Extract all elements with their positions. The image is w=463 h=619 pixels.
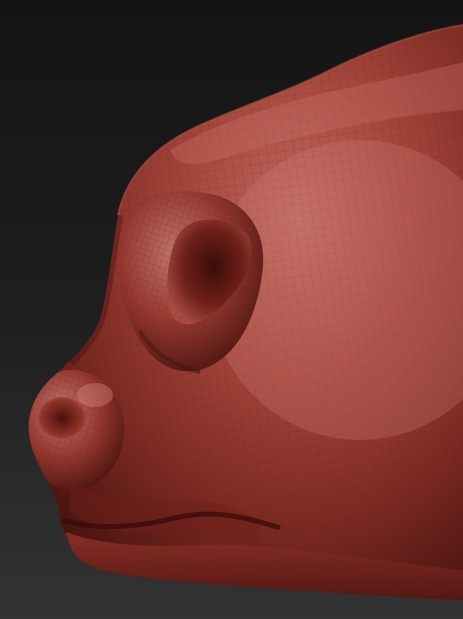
viewport-canvas[interactable] xyxy=(0,0,463,619)
tip-highlight xyxy=(77,383,113,407)
sculpt-render xyxy=(28,24,463,600)
